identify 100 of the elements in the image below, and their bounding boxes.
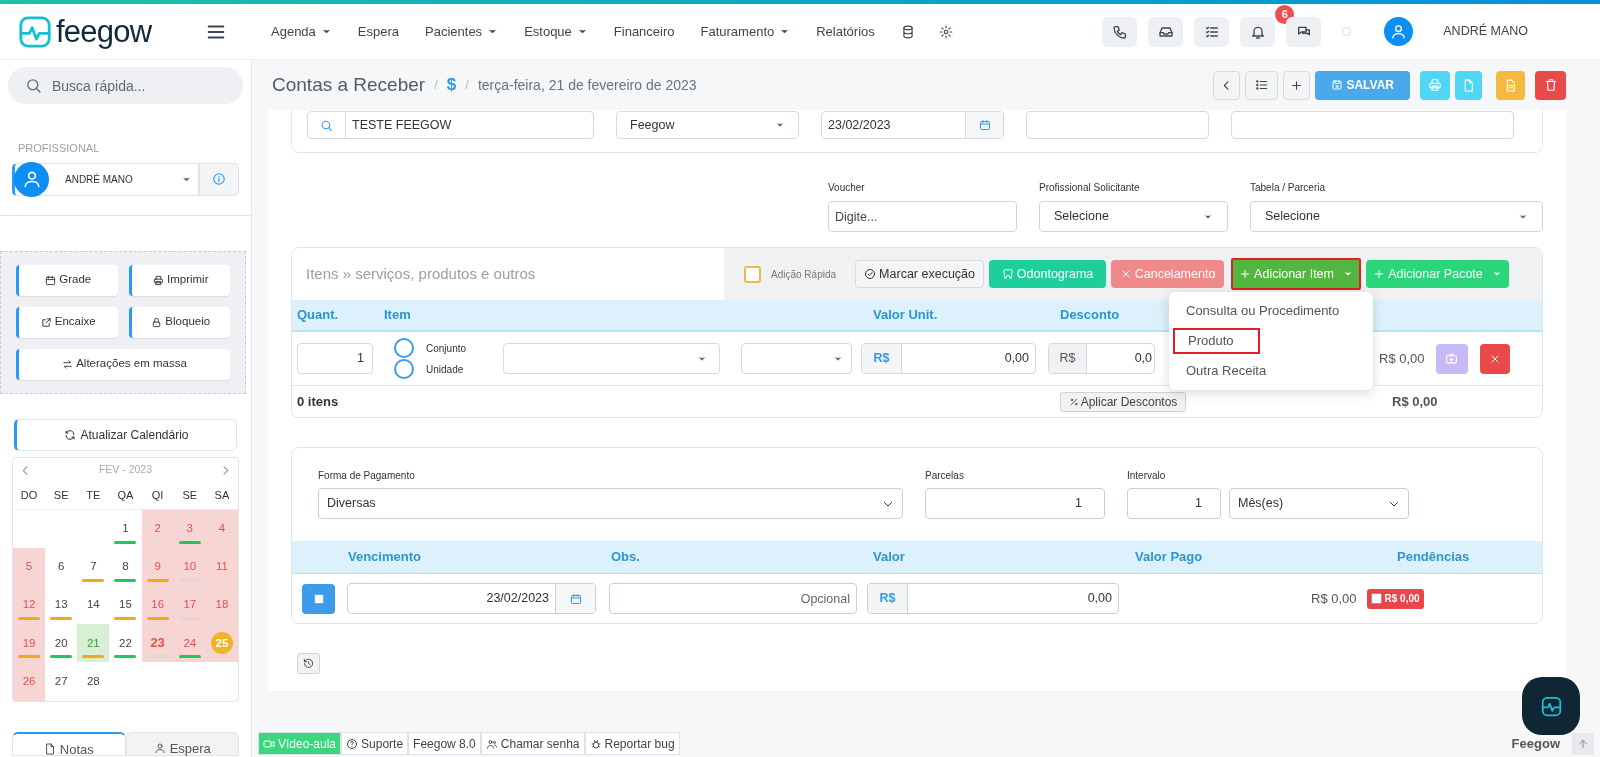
day-number: 19 bbox=[22, 635, 36, 651]
user-icon bbox=[1390, 23, 1408, 40]
nav-link[interactable]: Pacientes bbox=[425, 21, 499, 42]
refresh-calendar-button[interactable]: Atualizar Calendário bbox=[14, 418, 237, 451]
column-header: Obs. bbox=[611, 548, 641, 567]
footer-link[interactable]: Reportar bug bbox=[584, 732, 680, 755]
due-date-field[interactable]: 23/02/2023 bbox=[347, 583, 596, 614]
sidebar-button[interactable]: Imprimir bbox=[128, 264, 230, 296]
plus-icon bbox=[1373, 268, 1386, 280]
external-link-icon bbox=[40, 316, 52, 328]
interval-unit-select[interactable]: Mês(es) bbox=[1229, 488, 1409, 519]
text-field[interactable] bbox=[1026, 111, 1209, 139]
pending-checkbox[interactable] bbox=[1370, 593, 1382, 604]
radio-button[interactable] bbox=[394, 338, 414, 358]
weekday-label: TE bbox=[85, 488, 102, 504]
back-button[interactable] bbox=[1213, 70, 1241, 100]
select-field[interactable]: Selecione bbox=[1250, 201, 1543, 232]
patient-field[interactable]: TESTE FEEGOW bbox=[307, 111, 594, 139]
interval-field[interactable]: 1 bbox=[1127, 488, 1221, 519]
footer-link[interactable]: Feegow 8.0 bbox=[408, 732, 481, 755]
nav-link[interactable]: Faturamento bbox=[700, 21, 791, 42]
quick-add-checkbox[interactable] bbox=[744, 265, 761, 283]
day-number: 21 bbox=[86, 635, 100, 651]
unit-value-field[interactable]: R$ 0,00 bbox=[861, 343, 1037, 374]
mark-execution-button[interactable]: Marcar execução bbox=[855, 260, 985, 288]
footer-link[interactable]: Suporte bbox=[341, 732, 409, 755]
section-label: PROFISSIONAL bbox=[18, 141, 101, 156]
menu-item[interactable]: Consulta ou Procedimento bbox=[1173, 298, 1369, 324]
caret-icon bbox=[1343, 269, 1353, 279]
quick-add-label: Adição Rápida bbox=[771, 267, 837, 282]
users-icon bbox=[485, 737, 498, 750]
select-field[interactable]: Selecione bbox=[1039, 201, 1228, 232]
weekday-label: QI bbox=[150, 488, 165, 504]
nav-link[interactable]: Financeiro bbox=[613, 21, 675, 42]
field-label: Voucher bbox=[828, 181, 866, 195]
footer-link[interactable]: Chamar senha bbox=[480, 732, 585, 755]
day-number: 10 bbox=[183, 559, 197, 575]
barcode-button[interactable] bbox=[302, 583, 335, 614]
date-field[interactable]: 23/02/2023 bbox=[821, 111, 1004, 139]
nav-link[interactable]: Espera bbox=[357, 21, 400, 42]
day-number: 9 bbox=[154, 559, 161, 575]
logo-text: feegow bbox=[56, 16, 152, 47]
phone-button[interactable] bbox=[1102, 16, 1138, 47]
weekday-label: SE bbox=[181, 488, 199, 504]
report-button[interactable] bbox=[1496, 70, 1525, 100]
notes-field[interactable] bbox=[1231, 111, 1514, 139]
user-name[interactable]: ANDRÉ MANO bbox=[1443, 22, 1528, 41]
remove-button[interactable] bbox=[1479, 343, 1510, 374]
menu-item[interactable]: Produto bbox=[1173, 328, 1260, 354]
apply-discounts-button[interactable]: Aplicar Descontos bbox=[1060, 391, 1186, 412]
notes-field[interactable]: Opcional bbox=[609, 583, 857, 614]
list-icon bbox=[1254, 78, 1269, 92]
radio-button[interactable] bbox=[394, 359, 414, 379]
print-button[interactable] bbox=[1420, 70, 1450, 100]
value-field[interactable]: R$ 0,00 bbox=[867, 583, 1119, 614]
search-field[interactable]: Busca rápida... bbox=[8, 67, 243, 104]
sidebar-button[interactable]: Encaixe bbox=[16, 306, 118, 338]
lock-icon bbox=[151, 316, 163, 328]
notifications-button[interactable] bbox=[1240, 16, 1276, 47]
history-icon bbox=[303, 658, 314, 669]
column-header: Desconto bbox=[1060, 306, 1121, 325]
day-number: 27 bbox=[54, 673, 68, 689]
breadcrumb-separator: / bbox=[465, 76, 469, 95]
day-number: 3 bbox=[186, 520, 193, 536]
info-button[interactable] bbox=[199, 162, 239, 196]
company-select[interactable]: Feegow bbox=[616, 111, 799, 139]
kit-button[interactable] bbox=[1435, 343, 1468, 374]
delete-button[interactable] bbox=[1535, 70, 1566, 100]
nav-link[interactable]: Relatórios bbox=[816, 21, 875, 42]
sidebar-button[interactable]: Bloqueio bbox=[128, 306, 230, 338]
caret-icon bbox=[1491, 269, 1502, 279]
chat-button[interactable] bbox=[1286, 16, 1322, 47]
scroll-top-button[interactable] bbox=[1572, 732, 1594, 755]
installments-field[interactable]: 1 bbox=[925, 488, 1105, 519]
professional-select[interactable]: ANDRÉ MANO bbox=[12, 162, 199, 196]
menu-item[interactable]: Outra Receita bbox=[1173, 358, 1369, 384]
pending-badge: R$ 0,00 bbox=[1366, 588, 1424, 609]
sidebar-tab[interactable]: Notas bbox=[12, 731, 126, 756]
sidebar-button[interactable]: Grade bbox=[16, 264, 118, 296]
weekday-label: SA bbox=[213, 488, 231, 504]
swap-icon bbox=[62, 358, 74, 370]
sidebar-tab[interactable]: Espera bbox=[125, 731, 239, 756]
quantity-field[interactable]: 1 bbox=[297, 343, 373, 374]
sidebar-button[interactable]: Alterações em massa bbox=[16, 348, 230, 380]
file-icon bbox=[1462, 78, 1475, 92]
day-number: 23 bbox=[150, 634, 165, 653]
nav-link[interactable]: Agenda bbox=[271, 21, 332, 42]
tasks-button[interactable] bbox=[1194, 16, 1230, 47]
nav-link[interactable]: Estoque bbox=[524, 21, 588, 42]
inbox-button[interactable] bbox=[1148, 16, 1184, 47]
plus-icon bbox=[1290, 78, 1304, 92]
day-number: 28 bbox=[86, 673, 100, 689]
assistant-button[interactable] bbox=[1522, 677, 1580, 735]
voucher-field[interactable]: Digite... bbox=[828, 201, 1017, 232]
discount-field[interactable]: R$ 0,0 bbox=[1048, 343, 1156, 374]
field-label: Forma de Pagamento bbox=[318, 469, 416, 483]
document-button[interactable] bbox=[1455, 70, 1482, 100]
payment-method-select[interactable]: Diversas bbox=[318, 488, 903, 519]
list-button[interactable] bbox=[1245, 70, 1279, 100]
history-button[interactable] bbox=[297, 653, 320, 674]
